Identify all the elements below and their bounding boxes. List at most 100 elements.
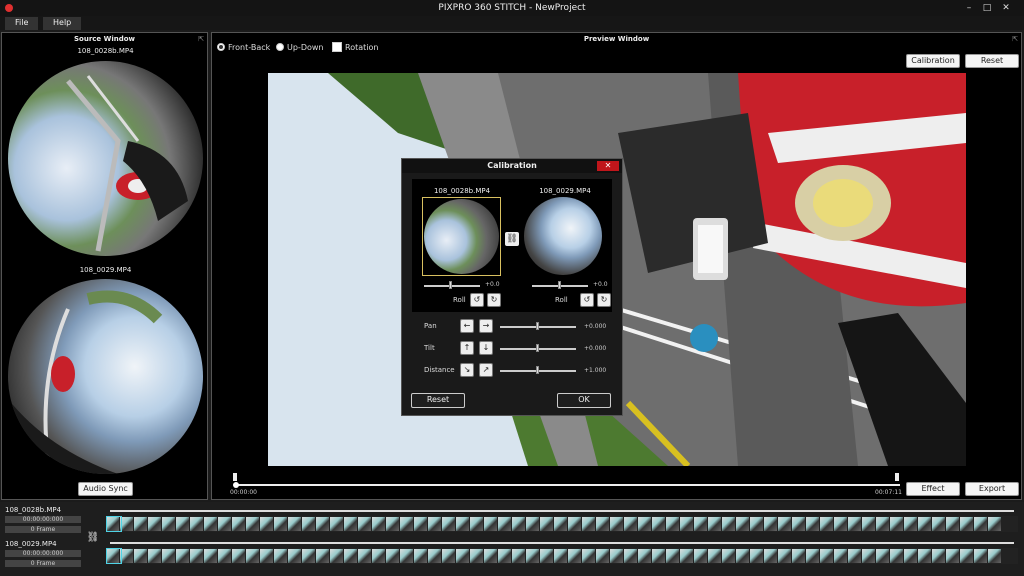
filmstrip-frame[interactable] (876, 517, 889, 531)
filmstrip-frame[interactable] (736, 549, 749, 563)
rotate-ccw-icon[interactable]: ↺ (470, 293, 484, 307)
filmstrip-frame[interactable] (176, 517, 189, 531)
maximize-icon[interactable]: □ (981, 3, 993, 13)
filmstrip-frame[interactable] (666, 549, 679, 563)
filmstrip-frame[interactable] (204, 549, 217, 563)
filmstrip-frame[interactable] (372, 517, 385, 531)
filmstrip-frame[interactable] (666, 517, 679, 531)
close-icon[interactable]: ✕ (1000, 3, 1012, 13)
filmstrip-frame[interactable] (554, 549, 567, 563)
filmstrip-frame[interactable] (302, 517, 315, 531)
filmstrip-frame[interactable] (960, 517, 973, 531)
filmstrip-frame[interactable] (946, 549, 959, 563)
filmstrip-frame[interactable] (568, 549, 581, 563)
filmstrip-frame[interactable] (232, 549, 245, 563)
filmstrip-frame[interactable] (806, 549, 819, 563)
distance-slider-thumb[interactable] (536, 366, 539, 374)
track1-scrubber[interactable] (110, 510, 1014, 512)
filmstrip-frame[interactable] (694, 517, 707, 531)
filmstrip-frame[interactable] (190, 549, 203, 563)
filmstrip-frame[interactable] (582, 549, 595, 563)
filmstrip-frame[interactable] (540, 517, 553, 531)
filmstrip-frame[interactable] (890, 549, 903, 563)
filmstrip-frame[interactable] (330, 549, 343, 563)
lock-icon[interactable]: ⛓ (86, 532, 100, 546)
filmstrip-frame[interactable] (624, 549, 637, 563)
filmstrip-frame[interactable] (946, 517, 959, 531)
filmstrip-frame[interactable] (386, 549, 399, 563)
filmstrip-frame[interactable] (708, 549, 721, 563)
filmstrip-frame[interactable] (974, 517, 987, 531)
filmstrip-frame[interactable] (498, 549, 511, 563)
track1-current-frame[interactable] (106, 516, 122, 532)
time-end-marker[interactable] (895, 473, 899, 481)
filmstrip-frame[interactable] (834, 517, 847, 531)
expand-diagonal-icon[interactable]: ↗ (479, 363, 493, 377)
filmstrip-frame[interactable] (848, 517, 861, 531)
filmstrip-frame[interactable] (750, 549, 763, 563)
filmstrip-frame[interactable] (652, 549, 665, 563)
filmstrip-frame[interactable] (652, 517, 665, 531)
filmstrip-frame[interactable] (988, 517, 1001, 531)
filmstrip-frame[interactable] (918, 549, 931, 563)
filmstrip-frame[interactable] (400, 549, 413, 563)
filmstrip-frame[interactable] (148, 517, 161, 531)
export-button[interactable]: Export (965, 482, 1019, 496)
filmstrip-frame[interactable] (442, 549, 455, 563)
effect-button[interactable]: Effect (906, 482, 960, 496)
filmstrip-frame[interactable] (134, 549, 147, 563)
filmstrip-frame[interactable] (372, 549, 385, 563)
filmstrip-frame[interactable] (596, 517, 609, 531)
filmstrip-frame[interactable] (442, 517, 455, 531)
filmstrip-frame[interactable] (470, 549, 483, 563)
filmstrip-frame[interactable] (176, 549, 189, 563)
filmstrip-frame[interactable] (764, 517, 777, 531)
filmstrip-frame[interactable] (428, 549, 441, 563)
filmstrip-frame[interactable] (316, 517, 329, 531)
filmstrip-frame[interactable] (932, 517, 945, 531)
filmstrip-frame[interactable] (806, 517, 819, 531)
filmstrip-frame[interactable] (596, 549, 609, 563)
expand-icon[interactable]: ⇱ (198, 35, 204, 43)
rotate-ccw-icon[interactable]: ↺ (580, 293, 594, 307)
audio-sync-button[interactable]: Audio Sync (78, 482, 133, 496)
filmstrip-frame[interactable] (610, 549, 623, 563)
filmstrip-frame[interactable] (834, 549, 847, 563)
filmstrip-frame[interactable] (778, 549, 791, 563)
filmstrip-frame[interactable] (610, 517, 623, 531)
filmstrip-frame[interactable] (162, 517, 175, 531)
filmstrip-frame[interactable] (232, 517, 245, 531)
filmstrip-frame[interactable] (484, 517, 497, 531)
filmstrip-frame[interactable] (456, 517, 469, 531)
arrow-left-icon[interactable]: ← (460, 319, 474, 333)
filmstrip-frame[interactable] (722, 517, 735, 531)
filmstrip-frame[interactable] (638, 517, 651, 531)
filmstrip-frame[interactable] (638, 549, 651, 563)
filmstrip-frame[interactable] (288, 517, 301, 531)
filmstrip-frame[interactable] (274, 549, 287, 563)
filmstrip-frame[interactable] (624, 517, 637, 531)
filmstrip-frame[interactable] (848, 549, 861, 563)
filmstrip-frame[interactable] (134, 517, 147, 531)
filmstrip-frame[interactable] (722, 549, 735, 563)
track1-filmstrip[interactable] (106, 516, 1018, 532)
filmstrip-frame[interactable] (820, 549, 833, 563)
filmstrip-frame[interactable] (302, 549, 315, 563)
filmstrip-frame[interactable] (344, 517, 357, 531)
filmstrip-frame[interactable] (218, 549, 231, 563)
calib-lens1-frame[interactable] (422, 197, 501, 276)
roll-slider1-thumb[interactable] (449, 281, 452, 289)
filmstrip-frame[interactable] (554, 517, 567, 531)
menu-file[interactable]: File (5, 17, 39, 30)
filmstrip-frame[interactable] (526, 549, 539, 563)
filmstrip-frame[interactable] (890, 517, 903, 531)
filmstrip-frame[interactable] (862, 549, 875, 563)
filmstrip-frame[interactable] (904, 517, 917, 531)
filmstrip-frame[interactable] (764, 549, 777, 563)
lock-icon[interactable]: ⛓ (505, 232, 519, 246)
filmstrip-frame[interactable] (512, 549, 525, 563)
calibration-button[interactable]: Calibration (906, 54, 960, 68)
tilt-slider-thumb[interactable] (536, 344, 539, 352)
filmstrip-frame[interactable] (960, 549, 973, 563)
playhead[interactable] (233, 482, 239, 488)
